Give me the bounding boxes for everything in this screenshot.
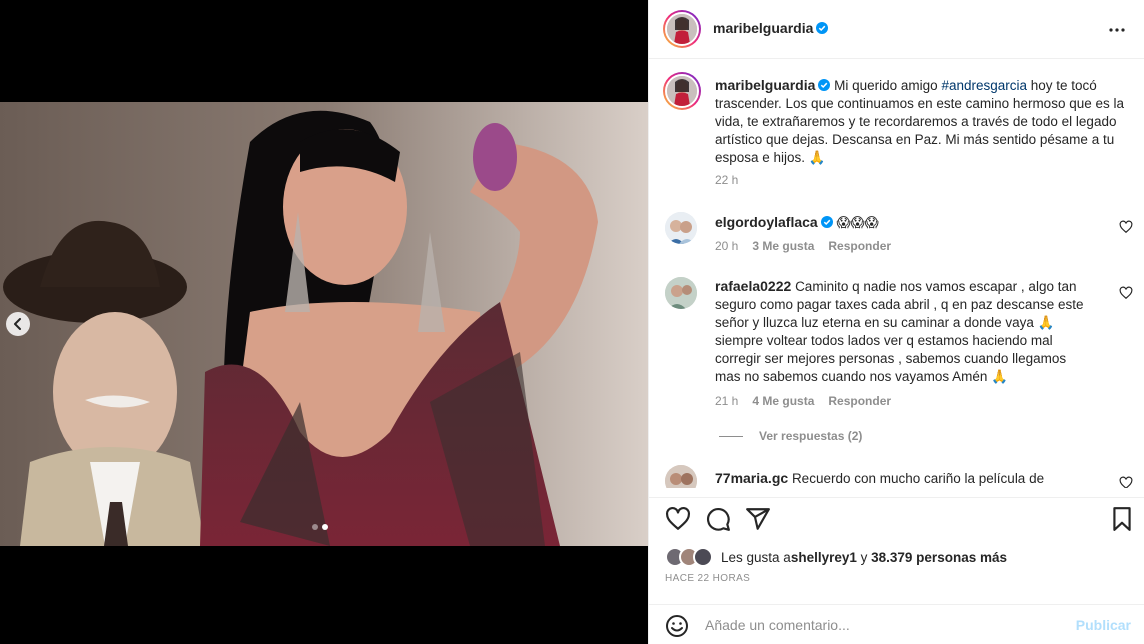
author-username[interactable]: maribelguardia bbox=[713, 20, 813, 36]
comment-meta: 20 h 3 Me gusta Responder bbox=[715, 239, 891, 253]
caption-time[interactable]: 22 h bbox=[715, 173, 738, 187]
caption-body-start: Mi querido amigo bbox=[834, 78, 942, 93]
post-header: maribelguardia bbox=[649, 0, 1144, 59]
verified-badge-icon bbox=[820, 216, 833, 228]
comment-likes[interactable]: 4 Me gusta bbox=[752, 394, 814, 408]
carousel-indicator bbox=[312, 524, 328, 530]
commenter-avatar[interactable] bbox=[665, 212, 697, 244]
comment-input[interactable] bbox=[705, 613, 1065, 637]
view-replies-label[interactable]: Ver respuestas (2) bbox=[759, 429, 862, 443]
like-comment-heart-icon[interactable] bbox=[1119, 476, 1133, 488]
reply-button[interactable]: Responder bbox=[828, 394, 891, 408]
like-comment-heart-icon[interactable] bbox=[1119, 286, 1133, 300]
caption-avatar[interactable] bbox=[663, 72, 701, 110]
comment-body: Caminito q nadie nos vamos escapar , alg… bbox=[715, 279, 1084, 384]
comment-bubble-icon[interactable] bbox=[705, 506, 731, 532]
action-bar bbox=[649, 497, 1144, 539]
carousel-dot bbox=[312, 524, 318, 530]
comment-time[interactable]: 21 h bbox=[715, 394, 738, 408]
liker-avatar bbox=[693, 547, 713, 567]
comment-likes[interactable]: 3 Me gusta bbox=[752, 239, 814, 253]
author-avatar[interactable] bbox=[663, 10, 701, 48]
comment-username[interactable]: elgordoylaflaca bbox=[715, 214, 818, 230]
caption-meta: 22 h bbox=[715, 173, 738, 187]
comment-username[interactable]: 77maria.gc bbox=[715, 470, 788, 486]
share-paper-plane-icon[interactable] bbox=[745, 506, 771, 532]
view-replies-button[interactable]: Ver respuestas (2) bbox=[719, 429, 862, 443]
publish-button[interactable]: Publicar bbox=[1076, 617, 1131, 633]
comment-text: 77maria.gc Recuerdo con mucho cariño la … bbox=[715, 469, 1095, 488]
verified-badge-icon bbox=[816, 22, 829, 34]
caption-text: maribelguardia Mi querido amigo #andresg… bbox=[715, 76, 1125, 167]
more-options-button[interactable] bbox=[1105, 18, 1129, 42]
post-panel: maribelguardia maribelguardia Mi querido… bbox=[648, 0, 1144, 644]
add-comment-bar: Publicar bbox=[649, 604, 1144, 644]
post-media bbox=[0, 0, 648, 644]
reply-button[interactable]: Responder bbox=[828, 239, 891, 253]
comment-text: rafaela0222 Caminito q nadie nos vamos e… bbox=[715, 277, 1095, 386]
like-heart-icon[interactable] bbox=[665, 506, 691, 532]
more-horizontal-icon bbox=[1109, 28, 1125, 32]
comments-list[interactable]: maribelguardia Mi querido amigo #andresg… bbox=[649, 60, 1144, 488]
verified-badge-icon bbox=[818, 79, 831, 91]
likes-prefix: Les gusta a bbox=[721, 549, 791, 565]
emoji-icon[interactable] bbox=[665, 614, 689, 638]
liker-avatars bbox=[665, 547, 713, 567]
replies-divider bbox=[719, 435, 743, 437]
carousel-dot-active bbox=[322, 524, 328, 530]
commenter-avatar[interactable] bbox=[665, 465, 697, 488]
caption-username[interactable]: maribelguardia bbox=[715, 77, 815, 93]
comment-username[interactable]: rafaela0222 bbox=[715, 278, 791, 294]
likes-count-link[interactable]: 38.379 personas más bbox=[871, 550, 1007, 565]
post-time-ago[interactable]: Hace 22 horas bbox=[665, 573, 750, 584]
save-bookmark-icon[interactable] bbox=[1109, 506, 1135, 532]
hashtag-link[interactable]: #andresgarcia bbox=[941, 78, 1027, 93]
post-photo[interactable] bbox=[0, 102, 648, 546]
comment-text: elgordoylaflaca 😱😱😱 bbox=[715, 213, 1095, 232]
previous-slide-button[interactable] bbox=[6, 312, 30, 336]
likes-summary: Les gusta a shellyrey1 y 38.379 personas… bbox=[665, 547, 1007, 567]
likes-middle: y bbox=[856, 549, 872, 565]
chevron-left-icon bbox=[14, 318, 21, 330]
likes-user-link[interactable]: shellyrey1 bbox=[791, 550, 857, 565]
comment-body: 😱😱😱 bbox=[836, 215, 879, 230]
commenter-avatar[interactable] bbox=[665, 277, 697, 309]
comment-time[interactable]: 20 h bbox=[715, 239, 738, 253]
comment-meta: 21 h 4 Me gusta Responder bbox=[715, 394, 891, 408]
like-comment-heart-icon[interactable] bbox=[1119, 220, 1133, 234]
